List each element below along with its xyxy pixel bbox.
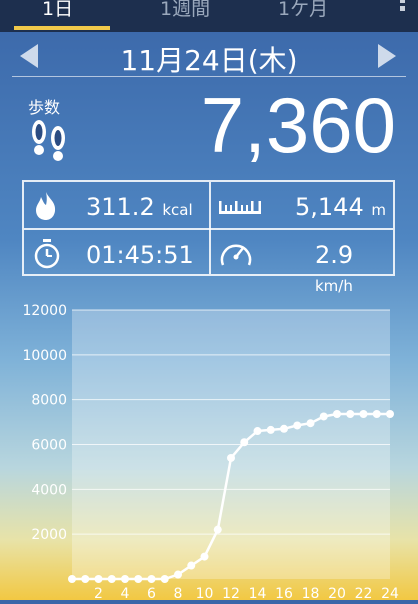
data-point (200, 552, 209, 561)
distance-value: 5,144 (295, 193, 364, 221)
x-tick-label: 6 (147, 586, 156, 600)
ruler-icon (219, 201, 261, 214)
date-navigator: 11月24日(木) (12, 36, 406, 77)
x-tick-label: 22 (355, 586, 373, 600)
data-point (372, 410, 381, 419)
x-tick-label: 2 (94, 586, 103, 600)
data-point (306, 419, 315, 428)
data-point (147, 575, 156, 583)
date-label: 11月24日(木) (120, 44, 298, 77)
data-point (240, 438, 249, 447)
data-point (94, 575, 103, 583)
footprints-icon (32, 120, 65, 161)
data-point (333, 410, 341, 419)
data-point (68, 575, 76, 583)
duration-value: 01:45:51 (86, 241, 194, 269)
flame-icon (36, 192, 56, 220)
speed-unit: km/h (315, 277, 353, 295)
data-point (280, 424, 288, 433)
calories-value: 311.2 (86, 193, 155, 221)
x-tick-label: 18 (302, 586, 320, 600)
stats-panel: 311.2 kcal 5,144 m 01:45:51 2.9 km/h (22, 180, 397, 295)
x-tick-label: 4 (121, 586, 130, 600)
y-tick-label: 12000 (22, 303, 67, 319)
period-tabs: 1日 1週間 1ケ月 (0, 0, 418, 32)
data-point (121, 575, 129, 583)
data-point (346, 410, 355, 419)
calories-cell: 311.2 kcal (24, 182, 209, 228)
x-tick-label: 20 (328, 586, 346, 600)
y-tick-label: 6000 (31, 438, 67, 454)
x-tick-label: 24 (381, 586, 399, 600)
hourly-steps-chart: 2000 4000 6000 8000 10000 12000 2 4 6 8 10 12 14 16 18… (0, 296, 418, 602)
menu-icon[interactable] (400, 0, 406, 14)
data-point (386, 410, 394, 419)
y-tick-label: 4000 (31, 482, 67, 498)
x-tick-label: 10 (196, 586, 214, 600)
speed-value: 2.9 (315, 241, 354, 269)
y-tick-label: 8000 (31, 393, 67, 409)
x-tick-label: 16 (275, 586, 293, 600)
data-point (134, 575, 143, 583)
data-point (160, 575, 169, 583)
distance-unit: m (371, 201, 386, 219)
steps-label: 歩数 (28, 98, 61, 117)
x-tick-label: 12 (222, 586, 240, 600)
duration-cell: 01:45:51 (24, 230, 209, 276)
data-point (107, 575, 116, 583)
data-point (227, 453, 235, 462)
y-tick-label: 2000 (31, 527, 67, 543)
x-tick-label: 14 (249, 586, 267, 600)
data-point (213, 525, 222, 534)
speedometer-icon (220, 244, 252, 266)
x-tick-label: 8 (174, 586, 183, 600)
chart-svg: 200040006000800010000120002 4 6 8 10 12 14 16 18… (22, 303, 399, 602)
data-point (253, 427, 262, 436)
tab-month[interactable]: 1ケ月 (278, 0, 328, 21)
data-point (319, 412, 328, 421)
tab-day[interactable]: 1日 (42, 0, 73, 21)
y-tick-label: 10000 (22, 348, 67, 364)
tab-week[interactable]: 1週間 (160, 0, 210, 21)
data-point (359, 410, 368, 419)
speed-cell: 2.9 km/h (211, 230, 397, 295)
data-point (81, 575, 90, 583)
steps-count: 7,360 (200, 81, 396, 169)
data-point (293, 421, 302, 430)
calories-unit: kcal (162, 201, 193, 219)
data-point (174, 570, 182, 579)
data-point (187, 561, 196, 570)
distance-cell: 5,144 m (211, 182, 397, 228)
next-day-arrow-icon[interactable] (378, 44, 396, 68)
active-tab-indicator (14, 26, 110, 30)
stopwatch-icon (34, 239, 60, 269)
data-point (266, 425, 275, 434)
